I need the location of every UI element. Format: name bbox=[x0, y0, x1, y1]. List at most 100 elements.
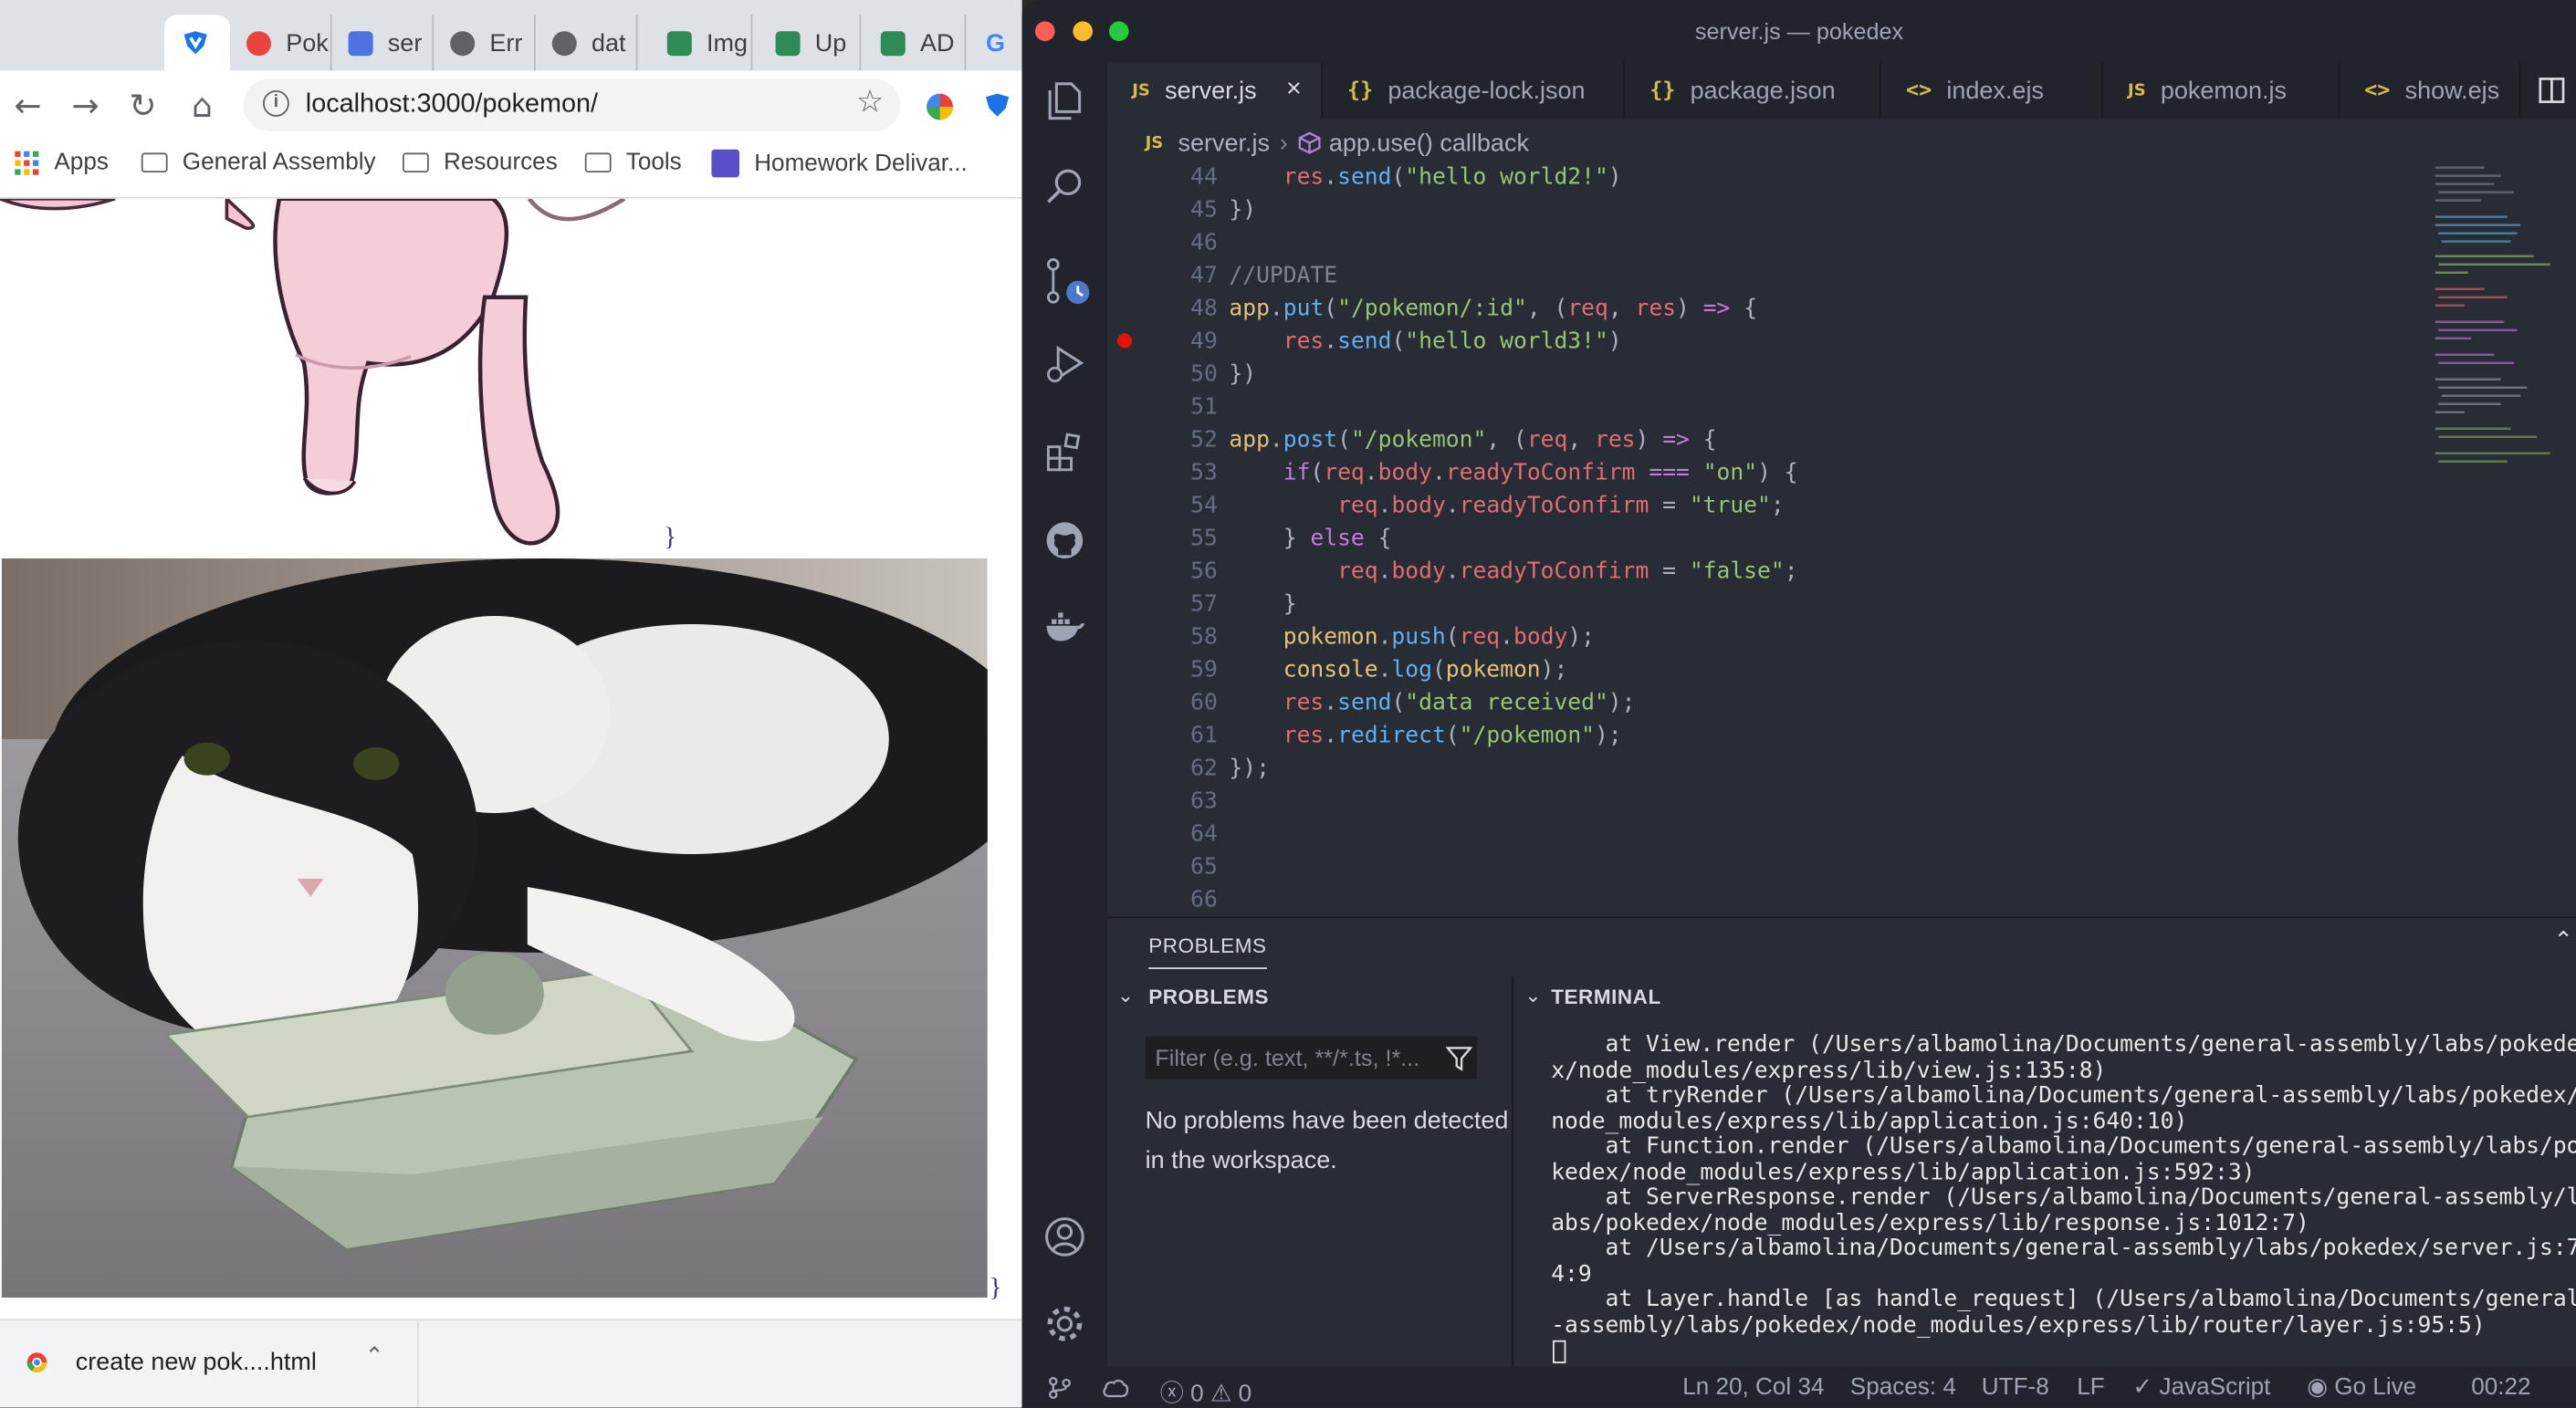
code-line[interactable]: 65 bbox=[1107, 850, 2576, 883]
code-line[interactable]: 44 res.send("hello world2!") bbox=[1107, 161, 2576, 193]
line-number: 64 bbox=[1190, 821, 1218, 848]
code-editor[interactable]: 44 res.send("hello world2!") 45}) 46 47//UP… bbox=[1107, 161, 2576, 916]
run-debug-icon[interactable] bbox=[1043, 341, 1086, 384]
terminal-output[interactable]: at View.render (/Users/albamolina/Docume… bbox=[1551, 1032, 2576, 1339]
cursor-position[interactable]: Ln 20, Col 34 bbox=[1682, 1375, 1824, 1402]
maximize-window-button[interactable] bbox=[1109, 21, 1129, 41]
bookmark-homework[interactable]: Homework Delivar... bbox=[711, 149, 968, 178]
code-line[interactable]: 45}) bbox=[1107, 193, 2576, 226]
vscode-window: server.js — pokedex JS server.js × {} packa… bbox=[1021, 0, 2576, 1408]
code-line[interactable]: 46 bbox=[1107, 226, 2576, 259]
bookmark-apps[interactable]: Apps bbox=[15, 150, 109, 176]
bookmark-resources[interactable]: Resources bbox=[403, 150, 558, 176]
terminal-section-header[interactable]: TERMINAL bbox=[1551, 986, 1661, 1008]
go-live-button[interactable]: ◉ Go Live bbox=[2307, 1375, 2416, 1402]
breadcrumb-file[interactable]: server.js bbox=[1178, 129, 1270, 157]
code-line[interactable]: 64 bbox=[1107, 818, 2576, 850]
browser-tab-0[interactable] bbox=[0, 15, 164, 70]
code-line[interactable]: 54 req.body.readyToConfirm = "true"; bbox=[1107, 489, 2576, 522]
code-line[interactable]: 60 res.send("data received"); bbox=[1107, 686, 2576, 719]
line-number: 50 bbox=[1190, 361, 1218, 388]
problems-filter-input[interactable]: Filter (e.g. text, **/*.ts, !*... bbox=[1145, 1036, 1478, 1079]
downloads-bar: create new pok....html ⌃ bbox=[0, 1319, 1022, 1408]
code-line[interactable]: 49 res.send("hello world3!") bbox=[1107, 325, 2576, 358]
browser-tab-6[interactable]: Up bbox=[759, 15, 862, 71]
maximize-panel-icon[interactable]: ⌃ bbox=[2554, 928, 2573, 954]
tab-pokemon-js[interactable]: JS pokemon.js bbox=[2103, 62, 2340, 119]
code-line[interactable]: 59 console.log(pokemon); bbox=[1107, 653, 2576, 686]
browser-tab-1[interactable]: Pok bbox=[230, 15, 332, 71]
forward-icon[interactable]: → bbox=[64, 84, 107, 127]
tab-server-js[interactable]: JS server.js × bbox=[1107, 62, 1323, 119]
filter-icon[interactable] bbox=[1446, 1047, 1472, 1071]
browser-tab-3[interactable]: Err bbox=[434, 15, 536, 71]
bookmark-tools[interactable]: Tools bbox=[584, 150, 682, 176]
eol-status[interactable]: LF bbox=[2077, 1375, 2104, 1402]
search-icon[interactable] bbox=[1043, 166, 1086, 209]
tab-index-ejs[interactable]: <> index.ejs bbox=[1881, 62, 2103, 119]
source-control-icon[interactable] bbox=[1043, 256, 1093, 309]
extension-icon[interactable] bbox=[982, 90, 1011, 120]
chevron-down-icon[interactable]: ⌄ bbox=[1117, 984, 1134, 1006]
code-line[interactable]: 57 } bbox=[1107, 588, 2576, 621]
extensions-icon[interactable] bbox=[1043, 431, 1086, 474]
breadcrumb-symbol[interactable]: app.use() callback bbox=[1329, 129, 1529, 157]
split-editor-icon[interactable] bbox=[2539, 78, 2565, 104]
globe-icon bbox=[551, 30, 577, 56]
problems-section-header[interactable]: PROBLEMS bbox=[1148, 986, 1269, 1008]
close-window-button[interactable] bbox=[1035, 21, 1055, 41]
code-line[interactable]: 56 req.body.readyToConfirm = "false"; bbox=[1107, 555, 2576, 588]
browser-tab-5[interactable]: Img bbox=[651, 15, 753, 71]
minimize-window-button[interactable] bbox=[1073, 21, 1093, 41]
code-line[interactable]: 51 bbox=[1107, 391, 2576, 423]
problems-status[interactable]: ⓧ 0 ⚠ 0 bbox=[1160, 1375, 1251, 1408]
line-number: 51 bbox=[1190, 394, 1218, 421]
docker-icon[interactable] bbox=[1043, 604, 1086, 647]
home-icon[interactable]: ⌂ bbox=[181, 84, 224, 127]
browser-tab-8[interactable]: G bbox=[969, 15, 1022, 70]
breakpoint-icon[interactable] bbox=[1117, 333, 1133, 349]
minimap[interactable] bbox=[2435, 161, 2567, 473]
git-branch-icon[interactable] bbox=[1048, 1376, 1071, 1399]
code-line[interactable]: 50}) bbox=[1107, 358, 2576, 391]
account-icon[interactable] bbox=[1043, 1215, 1086, 1258]
indentation-status[interactable]: Spaces: 4 bbox=[1850, 1375, 1956, 1402]
panel-split-divider bbox=[1512, 977, 1513, 1367]
code-line[interactable]: 48 app.put("/pokemon/:id", (req, res) => … bbox=[1107, 292, 2576, 325]
settings-gear-icon[interactable] bbox=[1043, 1302, 1086, 1345]
code-line[interactable]: 52 app.post("/pokemon", (req, res) => { bbox=[1107, 423, 2576, 456]
code-line[interactable]: 63 bbox=[1107, 785, 2576, 818]
chevron-down-icon[interactable]: ⌄ bbox=[1524, 984, 1541, 1006]
close-tab-icon[interactable]: × bbox=[1286, 76, 1302, 105]
chevron-up-icon[interactable]: ⌃ bbox=[365, 1343, 384, 1370]
back-icon[interactable]: ← bbox=[6, 84, 49, 127]
code-line[interactable]: 53 if(req.body.readyToConfirm === "on") … bbox=[1107, 456, 2576, 489]
code-line[interactable]: 66 bbox=[1107, 883, 2576, 916]
code-line[interactable]: 55 } else { bbox=[1107, 522, 2576, 555]
cloud-upload-icon[interactable] bbox=[1103, 1378, 1129, 1398]
code-line[interactable]: 61 res.redirect("/pokemon"); bbox=[1107, 719, 2576, 752]
browser-tab-2[interactable]: ser bbox=[332, 15, 435, 71]
download-item[interactable]: create new pok....html ⌃ bbox=[0, 1320, 419, 1408]
panel-tab-problems[interactable]: PROBLEMS bbox=[1148, 934, 1267, 969]
tab-package-json[interactable]: {} package.json bbox=[1625, 62, 1881, 119]
address-bar[interactable]: i localhost:3000/pokemon/ ☆ bbox=[243, 78, 901, 131]
github-icon[interactable] bbox=[1043, 519, 1086, 562]
browser-tab-active[interactable] bbox=[164, 15, 230, 71]
explorer-icon[interactable] bbox=[1043, 78, 1086, 121]
activity-bar bbox=[1021, 62, 1108, 1367]
encoding-status[interactable]: UTF-8 bbox=[1982, 1375, 2049, 1402]
tab-package-lock-json[interactable]: {} package-lock.json bbox=[1323, 62, 1626, 119]
color-wheel-icon[interactable] bbox=[924, 90, 957, 123]
info-icon[interactable]: i bbox=[263, 90, 289, 117]
code-line[interactable]: 47 //UPDATE bbox=[1107, 259, 2576, 292]
code-line[interactable]: 62}); bbox=[1107, 752, 2576, 785]
browser-tab-4[interactable]: dat bbox=[536, 15, 638, 71]
code-line[interactable]: 58 pokemon.push(req.body); bbox=[1107, 621, 2576, 653]
language-mode[interactable]: ✓ JavaScript bbox=[2132, 1375, 2270, 1402]
bookmark-star-icon[interactable]: ☆ bbox=[856, 84, 885, 120]
tab-show-ejs[interactable]: <> show.ejs bbox=[2340, 62, 2521, 119]
bookmark-general-assembly[interactable]: General Assembly bbox=[141, 150, 376, 176]
browser-tab-7[interactable]: AD bbox=[864, 15, 967, 71]
reload-icon[interactable]: ↻ bbox=[121, 84, 164, 127]
